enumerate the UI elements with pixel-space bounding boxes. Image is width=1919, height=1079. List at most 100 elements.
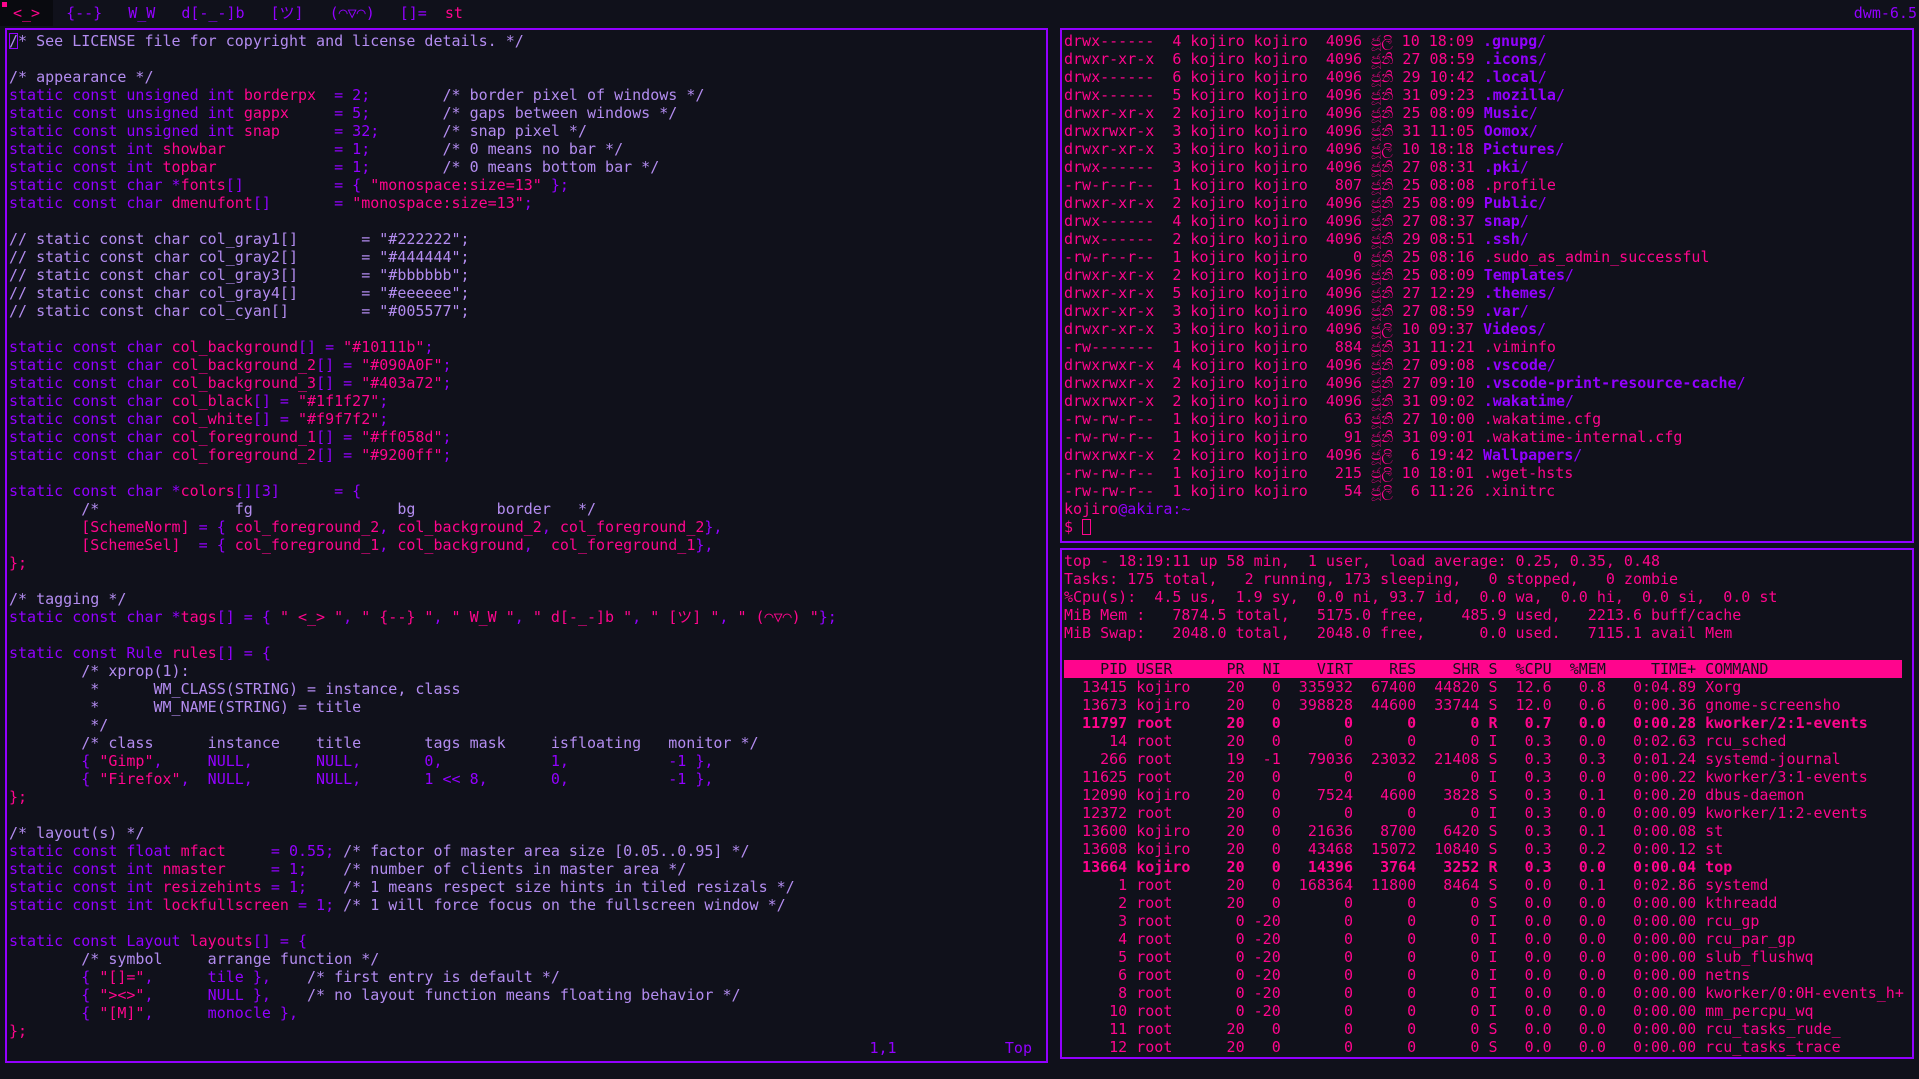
code-line: static const int resizehints = 1; /* 1 m… — [9, 878, 795, 896]
tag-5[interactable]: [ツ] — [258, 0, 317, 26]
code-line: static const char col_foreground_2[] = "… — [9, 446, 452, 464]
process-table-header: PID USER PR NI VIRT RES SHR S %CPU %MEM … — [1064, 660, 1902, 678]
occupied-indicator — [2, 2, 7, 7]
status-text: dwm-6.5 — [1853, 4, 1917, 22]
ls-row: drwxr-xr-x 2 kojiro kojiro 4096 ජූනි 25 … — [1064, 194, 1547, 212]
terminal-top-window[interactable]: top - 18:19:11 up 58 min, 1 user, load a… — [1060, 548, 1914, 1059]
code-line: static const char *tags[] = { " <_> ", "… — [9, 608, 837, 626]
top-summary: top - 18:19:11 up 58 min, 1 user, load a… — [1064, 552, 1912, 642]
editor-text[interactable]: /* See LICENSE file for copyright and li… — [9, 32, 1046, 1040]
terminal-cursor — [1082, 519, 1092, 535]
process-row: 12090 kojiro 20 0 7524 4600 3828 S 0.3 0… — [1064, 786, 1805, 804]
summary-line: %Cpu(s): 4.5 us, 1.9 sy, 0.0 ni, 93.7 id… — [1064, 588, 1778, 606]
ls-row: drwxrwxr-x 3 kojiro kojiro 4096 ජූනි 31 … — [1064, 122, 1538, 140]
code-line: static const unsigned int gappx = 5; /* … — [9, 104, 678, 122]
summary-line: MiB Mem : 7874.5 total, 5175.0 free, 485… — [1064, 606, 1742, 624]
process-row: 13673 kojiro 20 0 398828 44600 33744 S 1… — [1064, 696, 1841, 714]
ls-row: drwx------ 3 kojiro kojiro 4096 ජූනි 27 … — [1064, 158, 1529, 176]
code-line: static const Layout layouts[] = { — [9, 932, 308, 950]
ls-row: -rw-rw-r-- 1 kojiro kojiro 54 ජූලි 6 11:… — [1064, 482, 1556, 500]
code-line: }; — [9, 788, 28, 806]
prompt-host: akira — [1127, 500, 1173, 518]
code-line: { "[]=", tile }, /* first entry is defau… — [9, 968, 560, 986]
code-line: { "Gimp", NULL, NULL, 0, 1, -1 }, — [9, 752, 714, 770]
process-row: 4 root 0 -20 0 0 0 I 0.0 0.0 0:00.00 rcu… — [1064, 930, 1796, 948]
prompt-user: kojiro — [1064, 500, 1119, 518]
code-line: // static const char col_gray3[] = "#bbb… — [9, 266, 470, 284]
ls-row: -rw-rw-r-- 1 kojiro kojiro 215 ජූලි 10 1… — [1064, 464, 1574, 482]
process-row: 6 root 0 -20 0 0 0 I 0.0 0.0 0:00.00 net… — [1064, 966, 1751, 984]
shell-prompt-line: kojiro@akira:~ — [1064, 500, 1912, 518]
code-line: }; — [9, 1022, 28, 1040]
code-line: { "><>", NULL }, /* no layout function m… — [9, 986, 741, 1004]
code-line: static const unsigned int snap = 32; /* … — [9, 122, 587, 140]
scroll-position: Top — [1004, 1039, 1032, 1057]
tag-6[interactable]: (◠▽◠) — [317, 0, 388, 26]
ls-row: drwxrwxr-x 4 kojiro kojiro 4096 ජූනි 27 … — [1064, 356, 1556, 374]
tag-3[interactable]: W_W — [115, 0, 168, 26]
code-line: static const char *colors[][3] = { — [9, 482, 362, 500]
code-line: static const char col_background_2[] = "… — [9, 356, 452, 374]
tag-label: W_W — [128, 4, 156, 22]
vim-window[interactable]: /* See LICENSE file for copyright and li… — [5, 28, 1048, 1063]
tag-label: (◠▽◠) — [329, 4, 375, 22]
code-line: static const char *fonts[] = { "monospac… — [9, 176, 569, 194]
code-line: static const char dmenufont[] = "monospa… — [9, 194, 533, 212]
code-line: /* symbol arrange function */ — [9, 950, 380, 968]
prompt-symbol: $ — [1064, 518, 1083, 536]
code-line: static const char col_background_3[] = "… — [9, 374, 452, 392]
vim-ruler: 1,1 Top — [869, 1039, 1032, 1057]
code-line: * WM_NAME(STRING) = title — [9, 698, 362, 716]
tag-4[interactable]: d[-_-]b — [168, 0, 257, 26]
process-row: 13415 kojiro 20 0 335932 67400 44820 S 1… — [1064, 678, 1742, 696]
code-line: // static const char col_cyan[] = "#0055… — [9, 302, 470, 320]
process-row: 1 root 20 0 168364 11800 8464 S 0.0 0.1 … — [1064, 876, 1769, 894]
process-row: 266 root 19 -1 79036 23032 21408 S 0.3 0… — [1064, 750, 1841, 768]
ls-row: drwxrwxr-x 2 kojiro kojiro 4096 ජූලි 6 1… — [1064, 446, 1583, 464]
code-line: static const char col_black[] = "#1f1f27… — [9, 392, 389, 410]
code-line: { "Firefox", NULL, NULL, 1 << 8, 0, -1 }… — [9, 770, 714, 788]
code-line: static const char col_background[] = "#1… — [9, 338, 434, 356]
layout-symbol[interactable]: []= — [388, 0, 439, 26]
tag-1[interactable]: <_> — [0, 0, 54, 26]
terminal-ls-window[interactable]: drwx------ 4 kojiro kojiro 4096 ජූලි 10 … — [1060, 28, 1914, 543]
process-row: 12372 root 20 0 0 0 0 I 0.3 0.0 0:00.09 … — [1064, 804, 1868, 822]
process-row: 3 root 0 -20 0 0 0 I 0.0 0.0 0:00.00 rcu… — [1064, 912, 1760, 930]
summary-line: MiB Swap: 2048.0 total, 2048.0 free, 0.0… — [1064, 624, 1733, 642]
cursor-position: 1,1 — [869, 1039, 897, 1057]
code-line: { "[M]", monocle }, — [9, 1004, 298, 1022]
ls-row: drwx------ 4 kojiro kojiro 4096 ජූලි 10 … — [1064, 32, 1547, 50]
tag-2[interactable]: {--} — [53, 0, 115, 26]
code-line: // static const char col_gray4[] = "#eee… — [9, 284, 470, 302]
process-row: 11625 root 20 0 0 0 0 I 0.3 0.0 0:00.22 … — [1064, 768, 1868, 786]
process-row: 5 root 0 -20 0 0 0 I 0.0 0.0 0:00.00 slu… — [1064, 948, 1814, 966]
code-line: static const int showbar = 1; /* 0 means… — [9, 140, 624, 158]
shell-input-line[interactable]: $ — [1064, 518, 1912, 536]
code-line: [SchemeNorm] = { col_foreground_2, col_b… — [81, 518, 723, 536]
process-row: 13600 kojiro 20 0 21636 8700 6420 S 0.3 … — [1064, 822, 1724, 840]
process-row: 14 root 20 0 0 0 0 I 0.3 0.0 0:02.63 rcu… — [1064, 732, 1787, 750]
dwm-bar: <_> {--} W_W d[-_-]b [ツ] (◠▽◠) []= st dwm-6.5 — [0, 0, 1919, 26]
ls-listing: drwx------ 4 kojiro kojiro 4096 ජූලි 10 … — [1064, 32, 1912, 500]
process-row: 13608 kojiro 20 0 43468 15072 10840 S 0.… — [1064, 840, 1724, 858]
tag-label: {--} — [66, 4, 103, 22]
ls-row: drwxr-xr-x 3 kojiro kojiro 4096 ජූනි 27 … — [1064, 302, 1529, 320]
ls-row: drwxr-xr-x 2 kojiro kojiro 4096 ජූනි 25 … — [1064, 266, 1575, 284]
ls-row: -rw-rw-r-- 1 kojiro kojiro 91 ජූනි 31 09… — [1064, 428, 1683, 446]
process-row: 11797 root 20 0 0 0 0 R 0.7 0.0 0:00.28 … — [1064, 714, 1868, 732]
summary-line: Tasks: 175 total, 2 running, 173 sleepin… — [1064, 570, 1679, 588]
prompt-at: @ — [1118, 500, 1128, 518]
code-line: /* fg bg border */ — [9, 500, 596, 518]
code-line: /* tagging */ — [9, 590, 127, 608]
tag-label: [ツ] — [270, 4, 304, 22]
ls-row: drwx------ 2 kojiro kojiro 4096 ජූනි 29 … — [1064, 230, 1529, 248]
code-line: /* appearance */ — [9, 68, 154, 86]
code-line: */ — [9, 716, 109, 734]
ls-row: -rw-r--r-- 1 kojiro kojiro 807 ජූනි 25 0… — [1064, 176, 1556, 194]
code-line: /* See LICENSE file for copyright and li… — [9, 32, 524, 50]
